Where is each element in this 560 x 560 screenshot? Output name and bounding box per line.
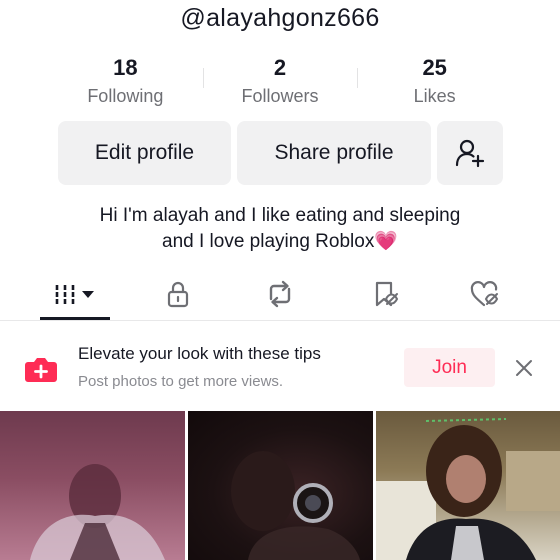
stat-likes-label: Likes: [413, 86, 456, 106]
stat-followers[interactable]: 2 Followers: [202, 54, 358, 110]
promo-title: Elevate your look with these tips: [78, 344, 321, 363]
tab-videos[interactable]: [40, 268, 110, 320]
join-button[interactable]: Join: [404, 348, 495, 387]
lock-icon: [167, 281, 189, 308]
stat-following[interactable]: 18 Following: [48, 54, 203, 110]
stat-likes[interactable]: 25 Likes: [357, 54, 512, 110]
profile-username: @alayahgonz666: [180, 4, 380, 32]
close-promo-button[interactable]: [510, 354, 538, 382]
repost-icon: [269, 280, 291, 308]
liked-icon: [470, 281, 499, 307]
add-user-icon: [455, 139, 485, 168]
video-thumbnail[interactable]: [376, 411, 560, 560]
stat-followers-label: Followers: [241, 86, 319, 106]
profile-tabs: [0, 268, 560, 320]
bio-line-2: and I love playing Roblox💗: [162, 231, 398, 252]
camera-plus-icon: [25, 358, 57, 382]
video-thumbnail[interactable]: [188, 411, 373, 560]
tab-liked[interactable]: [451, 268, 521, 320]
tab-private[interactable]: [143, 268, 213, 320]
video-thumbnail[interactable]: [0, 411, 185, 560]
videos-grid-icon: [55, 285, 94, 305]
edit-profile-button[interactable]: Edit profile: [58, 121, 231, 185]
thumbnail-image: [231, 451, 360, 560]
tab-reposts[interactable]: [245, 268, 315, 320]
stat-following-label: Following: [87, 86, 164, 106]
share-profile-button[interactable]: Share profile: [237, 121, 431, 185]
thumbnail-image: [376, 418, 560, 560]
stat-followers-value: 2: [273, 55, 287, 80]
thumbnail-image: [30, 464, 165, 560]
stat-likes-value: 25: [422, 55, 447, 80]
video-grid: [0, 411, 560, 560]
close-icon: [516, 360, 532, 376]
tab-favorites[interactable]: [350, 268, 420, 320]
add-friends-button[interactable]: [437, 121, 503, 185]
stat-following-value: 18: [113, 55, 138, 80]
profile-stats: 18 Following 2 Followers 25 Likes: [48, 54, 512, 110]
promo-subtitle: Post photos to get more views.: [78, 373, 284, 390]
profile-bio: Hi I'm alayah and I like eating and slee…: [0, 203, 560, 255]
favorites-icon: [375, 281, 399, 307]
bio-line-1: Hi I'm alayah and I like eating and slee…: [99, 205, 461, 226]
